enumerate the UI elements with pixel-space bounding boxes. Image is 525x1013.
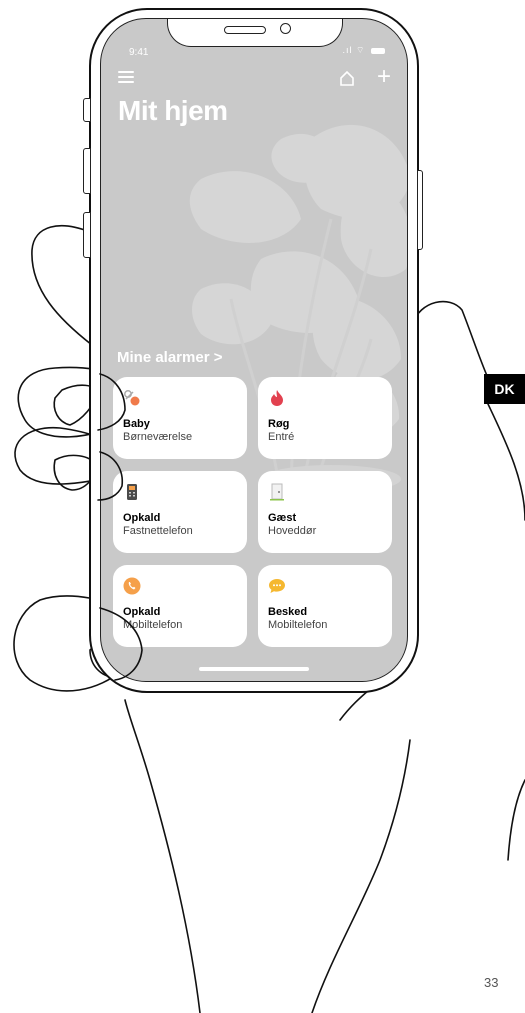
home-icon[interactable] (339, 70, 355, 86)
alarm-card-landline[interactable]: Opkald Fastnettelefon (113, 471, 247, 553)
card-name: Baby (123, 418, 150, 430)
card-name: Opkald (123, 606, 161, 618)
flame-icon (271, 390, 283, 406)
door-icon (270, 483, 284, 501)
card-room: Fastnettelefon (123, 525, 193, 537)
card-name: Opkald (123, 512, 161, 524)
silent-switch (83, 98, 91, 122)
message-bubble-icon (269, 579, 285, 593)
speaker-grille (224, 26, 266, 34)
landline-phone-icon (127, 484, 137, 500)
battery-icon (371, 47, 385, 54)
card-room: Mobiltelefon (123, 619, 183, 631)
alarm-card-baby[interactable]: Baby Børneværelse (113, 377, 247, 459)
card-room: Mobiltelefon (268, 619, 328, 631)
card-name: Besked (268, 606, 308, 618)
pacifier-icon (124, 390, 140, 406)
alarm-card-guest[interactable]: Gæst Hoveddør (258, 471, 392, 553)
page-number: 33 (484, 975, 499, 990)
card-room: Hoveddør (268, 525, 317, 537)
volume-up-button (83, 148, 91, 194)
front-camera (280, 23, 291, 34)
phone-notch (167, 19, 343, 47)
card-room: Entré (268, 431, 295, 443)
alarm-card-smoke[interactable]: Røg Entré (258, 377, 392, 459)
phone-screen: 9:41 .ıl ⌔ + Mit hjem Mine alarmer > Bab… (100, 18, 408, 682)
home-indicator[interactable] (199, 667, 309, 671)
mobile-call-icon (123, 577, 141, 595)
power-button (417, 170, 423, 250)
card-name: Røg (268, 418, 290, 430)
add-icon[interactable]: + (377, 65, 391, 89)
alarm-card-message[interactable]: Besked Mobiltelefon (258, 565, 392, 647)
alarm-card-mobile-call[interactable]: Opkald Mobiltelefon (113, 565, 247, 647)
menu-icon[interactable] (118, 71, 134, 83)
signal-icon: .ıl (342, 45, 353, 55)
volume-down-button (83, 212, 91, 258)
my-alarms-link[interactable]: Mine alarmer > (117, 349, 222, 366)
page-title: Mit hjem (118, 95, 228, 126)
card-name: Gæst (268, 512, 297, 524)
card-room: Børneværelse (123, 431, 193, 443)
status-time: 9:41 (129, 47, 149, 58)
status-icons: .ıl ⌔ (342, 45, 385, 56)
wifi-icon: ⌔ (356, 45, 366, 55)
language-badge: DK (484, 374, 525, 404)
